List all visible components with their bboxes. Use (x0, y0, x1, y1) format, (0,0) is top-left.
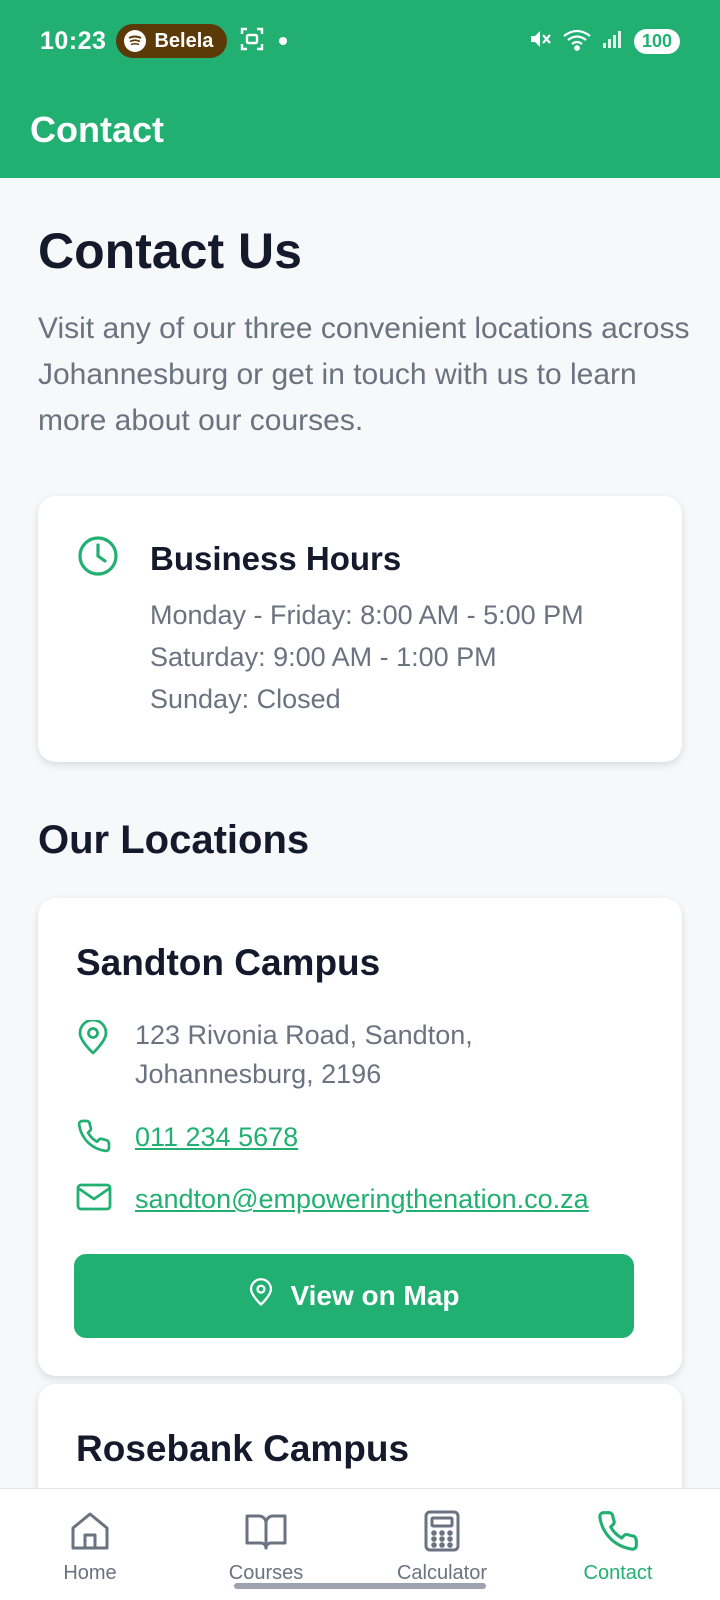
location-card-rosebank: Rosebank Campus (38, 1384, 682, 1488)
phone-icon (76, 1118, 112, 1159)
view-on-map-label: View on Map (290, 1280, 460, 1311)
signal-icon (602, 28, 624, 55)
hours-weekday: Monday - Friday: 8:00 AM - 5:00 PM (150, 600, 584, 630)
battery-indicator: 100 (633, 28, 680, 54)
mail-icon (76, 1182, 112, 1217)
screenshot-icon (239, 26, 265, 57)
app-bar: Contact (0, 82, 720, 178)
status-time: 10:23 (40, 26, 107, 55)
map-pin-icon (248, 1277, 274, 1315)
wifi-icon (562, 27, 592, 56)
home-icon (68, 1489, 112, 1558)
nav-item-home[interactable]: Home (0, 1489, 180, 1600)
location-address: 123 Rivonia Road, Sandton, Johannesburg,… (135, 1020, 473, 1089)
media-pill[interactable]: Belela (116, 24, 228, 58)
spotify-icon (124, 30, 147, 52)
hours-sunday: Sunday: Closed (150, 684, 341, 714)
book-icon (243, 1489, 289, 1558)
status-bar: 10:23 Belela 100 (0, 0, 720, 82)
calculator-icon (422, 1489, 462, 1558)
view-on-map-button[interactable]: View on Map (74, 1254, 634, 1338)
clock-icon (76, 534, 120, 583)
location-name: Rosebank Campus (76, 1428, 410, 1469)
app-bar-title: Contact (30, 109, 164, 150)
media-title: Belela (154, 29, 214, 52)
location-name: Sandton Campus (76, 942, 381, 983)
location-email-link[interactable]: sandton@empoweringthenation.co.za (135, 1184, 589, 1215)
location-card-sandton: Sandton Campus 123 Rivonia Road, Sandton… (38, 898, 682, 1376)
phone-icon (596, 1489, 640, 1558)
notification-dot-icon (279, 37, 288, 45)
page-intro: Visit any of our three convenient locati… (38, 312, 690, 437)
page-title: Contact Us (38, 223, 302, 279)
locations-heading: Our Locations (38, 818, 310, 862)
business-hours-card: Business Hours Monday - Friday: 8:00 AM … (38, 496, 682, 762)
content-scroll[interactable]: Contact Us Visit any of our three conven… (0, 178, 720, 1488)
location-phone-link[interactable]: 011 234 5678 (135, 1122, 298, 1153)
mute-icon (528, 27, 552, 56)
nav-label-contact: Contact (583, 1562, 653, 1584)
business-hours-title: Business Hours (150, 540, 402, 577)
nav-item-contact[interactable]: Contact (528, 1489, 708, 1600)
hours-saturday: Saturday: 9:00 AM - 1:00 PM (150, 642, 497, 672)
home-indicator[interactable] (234, 1583, 486, 1589)
map-pin-icon (76, 1018, 110, 1061)
nav-label-calculator: Calculator (396, 1562, 488, 1584)
nav-label-courses: Courses (228, 1562, 304, 1584)
nav-label-home: Home (63, 1562, 117, 1584)
